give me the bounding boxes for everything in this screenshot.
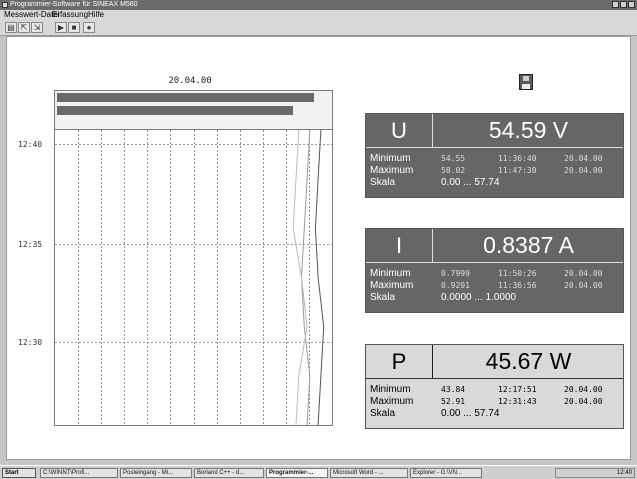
import-icon[interactable]: ⇲ — [31, 22, 43, 33]
maximum-row: Maximum 52.91 12:31:43 20.04.00 — [366, 396, 623, 407]
series-line — [314, 130, 325, 425]
scale-value: 0.0000 ... 1.0000 — [441, 292, 517, 303]
maximum-label: Maximum — [370, 165, 414, 176]
time-chart — [54, 129, 333, 426]
panel-symbol: I — [366, 229, 433, 262]
minimum-date: 20.04.00 — [564, 269, 603, 278]
minimum-time: 11:50:26 — [498, 269, 537, 278]
maximum-time: 12:31:43 — [498, 397, 537, 406]
scale-value: 0.00 ... 57.74 — [441, 177, 500, 188]
menu-erfassung[interactable]: Erfassung — [52, 10, 88, 20]
panel-unit: W — [549, 348, 572, 374]
window-title: Programmier-Software für SINEAX M560 — [10, 1, 138, 8]
minimum-row: Minimum 43.84 12:17:51 20.04.00 — [366, 384, 623, 395]
taskbar-item[interactable]: C:\WINNT\Profi... — [40, 468, 118, 478]
save-icon[interactable] — [519, 74, 533, 90]
minimum-row: Minimum 54.55 11:36:40 20.04.00 — [366, 153, 623, 164]
taskbar-item[interactable]: Borland C++ - d... — [194, 468, 264, 478]
menu-bar: Messwert-Datei Erfassung Hilfe — [0, 10, 637, 20]
maximum-value: 0.9201 — [441, 281, 470, 290]
panel-value-display: 0.8387 A — [432, 229, 625, 262]
taskbar: Start C:\WINNT\Profi... Posteingang - Mi… — [0, 465, 637, 479]
panel-value-display: 45.67 W — [432, 345, 625, 378]
application-window: Programmier-Software für SINEAX M560 Mes… — [0, 0, 637, 479]
scale-row: Skala 0.0000 ... 1.0000 — [366, 292, 623, 303]
start-button[interactable]: Start — [2, 468, 36, 478]
maximum-date: 20.04.00 — [564, 166, 603, 175]
minimum-value: 0.7999 — [441, 269, 470, 278]
panel-unit: V — [552, 117, 569, 143]
current-panel: I 0.8387 A Minimum 0.7999 11:50:26 20.04… — [365, 228, 624, 313]
maximum-date: 20.04.00 — [564, 397, 603, 406]
maximum-row: Maximum 0.9201 11:36:56 20.04.00 — [366, 280, 623, 291]
series-line — [292, 130, 308, 425]
scale-row: Skala 0.00 ... 57.74 — [366, 177, 623, 188]
time-tick-label: 12:35 — [18, 240, 43, 249]
panel-header: I 0.8387 A — [366, 229, 623, 263]
maximum-value: 52.91 — [441, 397, 466, 406]
system-tray: 12:40 — [555, 468, 635, 478]
stop-icon[interactable]: ■ — [68, 22, 80, 33]
panel-unit: A — [558, 232, 574, 258]
minimize-icon[interactable] — [612, 1, 619, 8]
minimum-value: 43.84 — [441, 385, 466, 394]
scale-label: Skala — [370, 408, 396, 419]
time-tick-label: 12:40 — [18, 140, 43, 149]
minimum-time: 11:36:40 — [498, 154, 537, 163]
title-bar: Programmier-Software für SINEAX M560 — [0, 0, 637, 10]
panel-value: 45.67 — [485, 348, 544, 374]
maximum-label: Maximum — [370, 280, 414, 291]
taskbar-item[interactable]: Explorer - G:\VN... — [410, 468, 482, 478]
maximum-label: Maximum — [370, 396, 414, 407]
maximum-value: 58.02 — [441, 166, 466, 175]
minimum-date: 20.04.00 — [564, 154, 603, 163]
minimum-value: 54.55 — [441, 154, 466, 163]
panel-value: 54.59 — [488, 117, 547, 143]
maximum-date: 20.04.00 — [564, 281, 603, 290]
minimum-time: 12:17:51 — [498, 385, 537, 394]
minimum-date: 20.04.00 — [564, 385, 603, 394]
maximum-time: 11:47:30 — [498, 166, 537, 175]
export-icon[interactable]: ⇱ — [18, 22, 30, 33]
value-bar-1 — [57, 93, 314, 102]
minimum-label: Minimum — [370, 153, 411, 164]
minimum-row: Minimum 0.7999 11:50:26 20.04.00 — [366, 268, 623, 279]
chart-date: 20.04.00 — [168, 76, 212, 86]
bar-strip — [54, 90, 333, 130]
minimum-label: Minimum — [370, 268, 411, 279]
app-icon[interactable] — [2, 2, 8, 8]
maximum-row: Maximum 58.02 11:47:30 20.04.00 — [366, 165, 623, 176]
toolbar: ▤ ⇱ ⇲ ▶ ■ ● — [0, 20, 637, 36]
time-tick-label: 12:30 — [18, 338, 43, 347]
minimum-label: Minimum — [370, 384, 411, 395]
chart-plot-area — [55, 130, 332, 425]
taskbar-item[interactable]: Posteingang - Mi... — [120, 468, 192, 478]
voltage-panel: U 54.59 V Minimum 54.55 11:36:40 20.04.0… — [365, 113, 624, 198]
power-panel: P 45.67 W Minimum 43.84 12:17:51 20.04.0… — [365, 344, 624, 429]
play-icon[interactable]: ▶ — [55, 22, 67, 33]
record-icon[interactable]: ● — [83, 22, 95, 33]
open-icon[interactable]: ▤ — [5, 22, 17, 33]
scale-value: 0.00 ... 57.74 — [441, 408, 500, 419]
maximize-icon[interactable] — [620, 1, 627, 8]
taskbar-item[interactable]: Microsoft Word - ... — [330, 468, 408, 478]
panel-symbol: U — [366, 114, 433, 147]
panel-symbol: P — [366, 345, 433, 378]
scale-label: Skala — [370, 292, 396, 303]
start-label: Start — [5, 470, 19, 476]
maximum-time: 11:36:56 — [498, 281, 537, 290]
menu-hilfe[interactable]: Hilfe — [88, 10, 104, 20]
scale-label: Skala — [370, 177, 396, 188]
panel-value: 0.8387 — [483, 232, 554, 258]
value-bar-2 — [57, 106, 293, 115]
series-line — [300, 130, 311, 425]
close-icon[interactable] — [628, 1, 635, 8]
clock: 12:40 — [616, 470, 632, 476]
panel-header: U 54.59 V — [366, 114, 623, 148]
panel-header: P 45.67 W — [366, 345, 623, 379]
taskbar-item-active[interactable]: Programmier-... — [266, 468, 328, 478]
panel-value-display: 54.59 V — [432, 114, 625, 147]
scale-row: Skala 0.00 ... 57.74 — [366, 408, 623, 419]
